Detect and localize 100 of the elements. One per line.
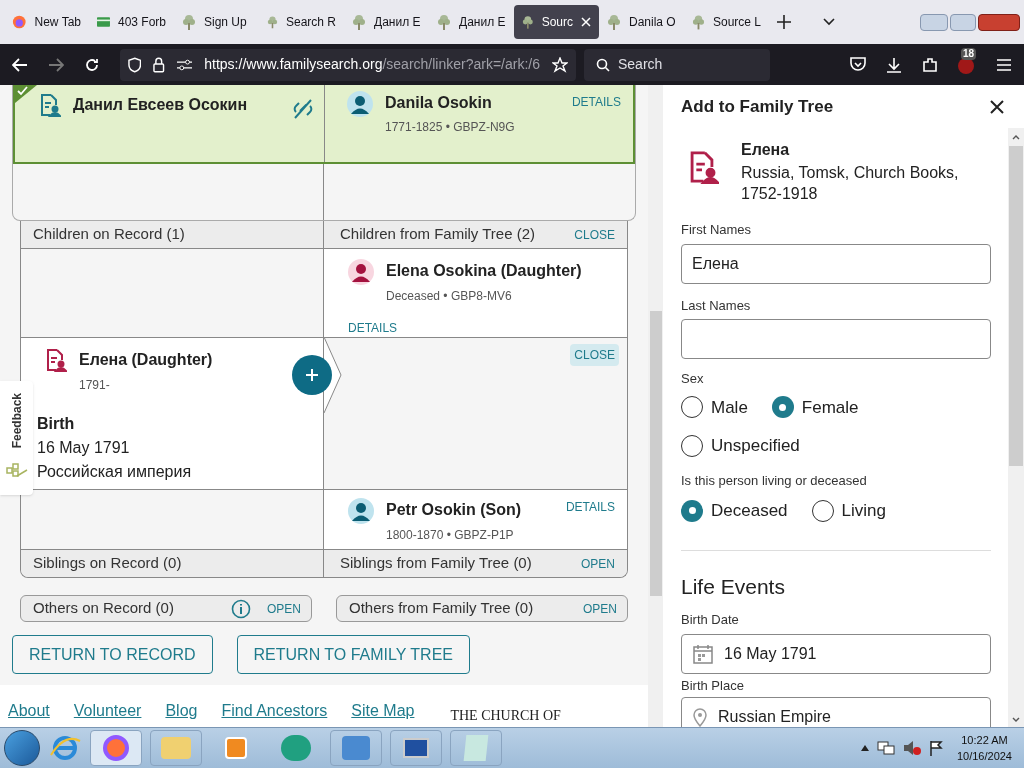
unlink-icon[interactable] xyxy=(292,99,314,119)
browser-tab[interactable]: Данил E xyxy=(344,5,429,39)
section-header: Others on Record (0) xyxy=(33,598,174,619)
chevron-down-icon[interactable] xyxy=(823,18,835,26)
browser-tab[interactable]: 403 Forb xyxy=(89,5,174,39)
section-header: Siblings from Family Tree (0) xyxy=(340,553,532,574)
footer-link[interactable]: Find Ancestors xyxy=(221,699,328,723)
radio-button[interactable] xyxy=(681,499,703,522)
person-name: Petr Osokin (Son) xyxy=(386,500,522,520)
person-avatar-icon xyxy=(348,259,374,285)
tree-icon xyxy=(352,14,366,30)
browser-tab[interactable]: Sourc xyxy=(514,5,599,39)
plus-icon xyxy=(305,368,319,382)
footer-link[interactable]: Volunteer xyxy=(73,699,142,723)
section-header: Others from Family Tree (0) xyxy=(349,598,534,619)
browser-tab[interactable]: Search R xyxy=(259,5,344,39)
shield-icon xyxy=(128,56,142,73)
radio-label: Deceased xyxy=(711,500,788,522)
return-button[interactable]: RETURN TO RECORD xyxy=(12,635,213,674)
person-name: Danila Osokin xyxy=(385,93,493,113)
star-icon[interactable] xyxy=(552,56,568,73)
feedback-tab[interactable]: Feedback xyxy=(0,381,33,495)
event-label: Birth xyxy=(37,414,76,434)
card-icon xyxy=(97,16,110,28)
scrollbar-thumb[interactable] xyxy=(1009,146,1023,466)
tree-icon xyxy=(607,14,621,30)
person-avatar-icon xyxy=(348,498,374,524)
field-label: Sex xyxy=(681,370,705,388)
radio-label: Unspecified xyxy=(711,435,800,457)
notification-badge: 18 xyxy=(961,47,977,60)
field-label: Is this person living or deceased xyxy=(681,471,868,490)
person-name: Елена (Daughter) xyxy=(79,350,213,370)
muted-speaker-icon[interactable] xyxy=(902,740,921,756)
scroll-up-icon[interactable] xyxy=(1012,134,1020,140)
details-link[interactable]: DETAILS xyxy=(571,91,621,111)
reload-icon[interactable] xyxy=(84,56,100,73)
network-icon[interactable] xyxy=(876,740,895,756)
open-link[interactable]: OPEN xyxy=(583,599,617,618)
open-link[interactable]: OPEN xyxy=(581,554,615,573)
panel-title: Add to Family Tree xyxy=(681,95,834,118)
browser-tab[interactable]: New Tab xyxy=(4,5,89,39)
last-names-field[interactable] xyxy=(681,319,991,359)
flag-icon[interactable] xyxy=(928,740,943,756)
address-bar[interactable]: https://www.familysearch.org/search/linker?ark=/ark:/6 xyxy=(120,48,576,81)
radio-button[interactable] xyxy=(681,396,703,419)
return-button[interactable]: RETURN TO FAMILY TREE xyxy=(236,635,470,674)
open-link[interactable]: OPEN xyxy=(267,599,301,618)
start-button[interactable] xyxy=(4,730,40,766)
firefox-taskbar-button[interactable] xyxy=(90,730,142,766)
forward-arrow-icon[interactable] xyxy=(48,57,64,72)
birth-date-field[interactable]: 16 May 1791 xyxy=(681,633,991,674)
browser-tab[interactable]: Данил E xyxy=(429,5,514,39)
event-date: 16 May 1791 xyxy=(37,438,131,458)
lock-icon xyxy=(153,56,165,73)
details-link[interactable]: DETAILS xyxy=(348,319,398,337)
browser-tab[interactable]: Source L xyxy=(684,5,769,39)
computer-taskbar-button[interactable] xyxy=(390,730,442,766)
sliders-icon xyxy=(176,58,193,71)
pocket-icon[interactable] xyxy=(850,57,866,72)
tree-icon xyxy=(522,14,534,30)
section-heading: Life Events xyxy=(681,573,786,600)
info-icon[interactable] xyxy=(231,598,251,619)
plus-icon[interactable] xyxy=(777,15,791,29)
close-link[interactable]: CLOSE xyxy=(574,225,615,244)
footer-link[interactable]: About xyxy=(8,699,50,723)
extensions-icon[interactable] xyxy=(922,56,938,73)
location-pin-icon xyxy=(692,707,708,727)
person-meta: 1771-1825 • GBPZ-N9G xyxy=(385,119,515,136)
tree-icon xyxy=(692,14,705,30)
tray-arrow-icon[interactable] xyxy=(860,745,869,751)
first-names-field[interactable]: Елена xyxy=(681,243,991,284)
firefox-icon xyxy=(12,14,27,30)
tree-icon xyxy=(267,14,278,30)
radio-label: Male xyxy=(711,396,748,419)
scroll-down-icon[interactable] xyxy=(1012,717,1020,723)
clock-date: 10/16/2024 xyxy=(956,749,1012,764)
field-label: Birth Place xyxy=(681,676,745,695)
section-header: Children from Family Tree (2) xyxy=(340,224,536,245)
scrollbar-thumb[interactable] xyxy=(649,311,662,596)
close-window-button[interactable] xyxy=(978,13,1020,31)
menu-icon[interactable] xyxy=(996,57,1012,72)
radio-button[interactable] xyxy=(811,499,834,522)
church-logo-text: THE CHURCH OF xyxy=(450,707,561,725)
download-icon[interactable] xyxy=(886,56,902,73)
browser-tab[interactable]: Sign Up xyxy=(174,5,259,39)
calendar-icon xyxy=(692,642,714,665)
radio-button[interactable] xyxy=(771,396,794,419)
clock-time: 10:22 AM xyxy=(961,733,1008,748)
section-header: Siblings on Record (0) xyxy=(21,550,324,577)
details-link[interactable]: DETAILS xyxy=(565,498,615,516)
footer-link[interactable]: Blog xyxy=(165,699,198,723)
browser-tab[interactable]: Danila O xyxy=(599,5,684,39)
url-text: https://www.familysearch.org/search/linker?ark=/ark:/6 xyxy=(204,55,540,74)
radio-button[interactable] xyxy=(681,434,703,457)
search-field[interactable]: Search xyxy=(584,48,770,81)
close-icon[interactable] xyxy=(990,99,1004,114)
back-arrow-icon[interactable] xyxy=(12,57,28,72)
close-link[interactable]: CLOSE xyxy=(570,344,619,366)
tree-icon xyxy=(182,14,196,30)
footer-link[interactable]: Site Map xyxy=(351,699,415,723)
